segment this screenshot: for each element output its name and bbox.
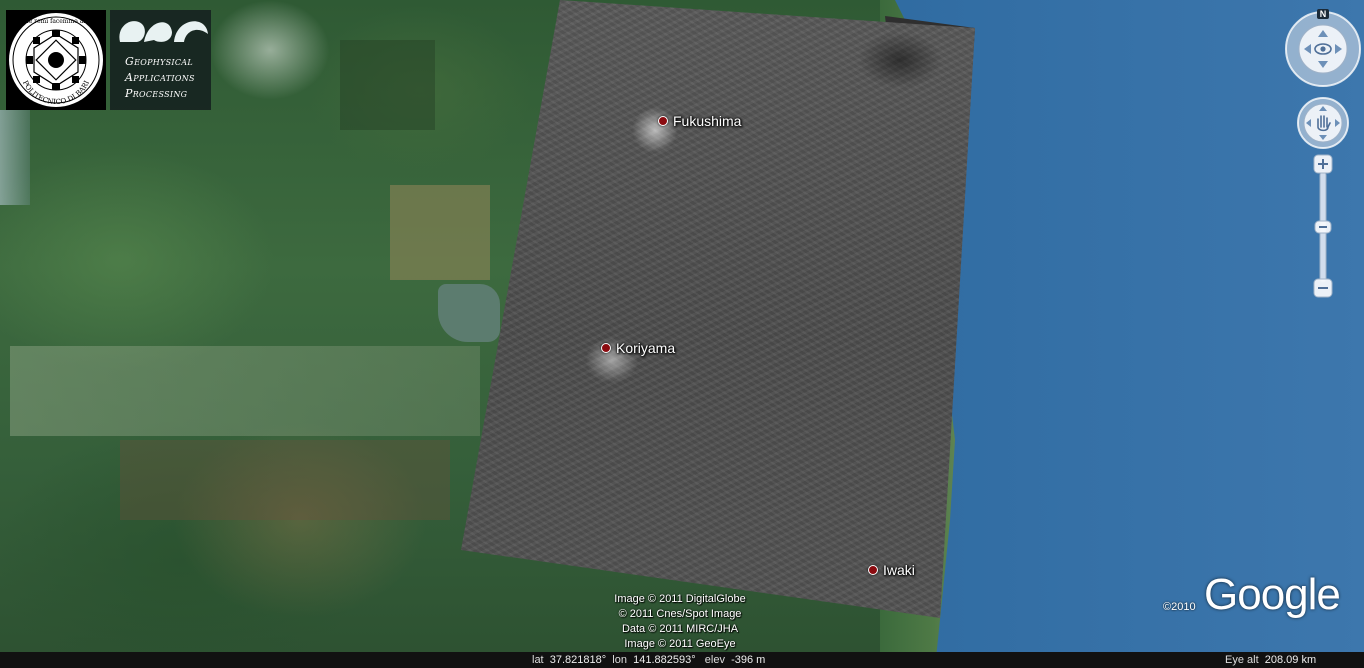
terrain-snow	[210, 0, 330, 100]
terrain-edge	[0, 110, 30, 205]
longitude-value: 141.882593°	[633, 654, 696, 666]
zoom-slider[interactable]	[1312, 154, 1334, 300]
gap-logo: Geophysical Applications Processing	[110, 10, 211, 110]
attribution-line: Data © 2011 MIRC/JHA	[621, 623, 739, 635]
place-marker-fukushima[interactable]: Fukushima	[658, 113, 741, 129]
gap-wave-icon	[119, 21, 208, 42]
status-bar: lat 37.821818° lon 141.882593° elev -396…	[0, 652, 1364, 668]
copyright-year: ©2010	[1163, 601, 1196, 613]
terrain-patch	[340, 40, 435, 130]
attribution-line: © 2011 Cnes/Spot Image	[618, 608, 742, 620]
eye-altitude: Eye alt 208.09 km	[1225, 654, 1317, 666]
placemark-dot-icon	[658, 116, 668, 126]
attribution-line: Image © 2011 DigitalGlobe	[614, 593, 746, 605]
attribution-line: Image © 2011 GeoEye	[624, 638, 736, 650]
north-indicator[interactable]: N	[1317, 9, 1329, 19]
google-logo: Google	[1204, 570, 1341, 619]
terrain-patch	[390, 185, 490, 280]
compass-ring-icon	[1285, 11, 1361, 87]
gap-logo-text: Geophysical Applications Processing	[125, 55, 195, 100]
placemark-dot-icon	[868, 565, 878, 575]
placemark-dot-icon	[601, 343, 611, 353]
zoom-slider-track	[1313, 154, 1333, 298]
svg-text:de remi facemmo ali: de remi facemmo ali	[25, 18, 87, 25]
poliba-logo: de remi facemmo ali POLITECNICO DI BARI	[6, 10, 106, 110]
place-label: Koriyama	[616, 340, 676, 356]
place-label: Iwaki	[883, 562, 915, 578]
poliba-seal-icon: de remi facemmo ali POLITECNICO DI BARI	[9, 13, 103, 107]
eye-altitude-value: 208.09 km	[1264, 654, 1317, 666]
place-label: Fukushima	[673, 113, 742, 129]
terrain-patch	[120, 440, 450, 520]
move-control[interactable]	[1297, 97, 1349, 149]
elevation-value: -396 m	[731, 654, 766, 666]
imagery-attribution: Image © 2011 DigitalGlobe © 2011 Cnes/Sp…	[600, 592, 760, 652]
lake	[438, 284, 500, 342]
look-control[interactable]	[1284, 10, 1362, 88]
pan-hand-icon	[1297, 97, 1349, 149]
terrain-strip	[10, 346, 480, 436]
place-marker-iwaki[interactable]: Iwaki	[868, 562, 915, 578]
cursor-coordinates: lat 37.821818° lon 141.882593° elev -396…	[532, 654, 766, 666]
latitude-value: 37.821818°	[549, 654, 607, 666]
place-marker-koriyama[interactable]: Koriyama	[601, 340, 675, 356]
